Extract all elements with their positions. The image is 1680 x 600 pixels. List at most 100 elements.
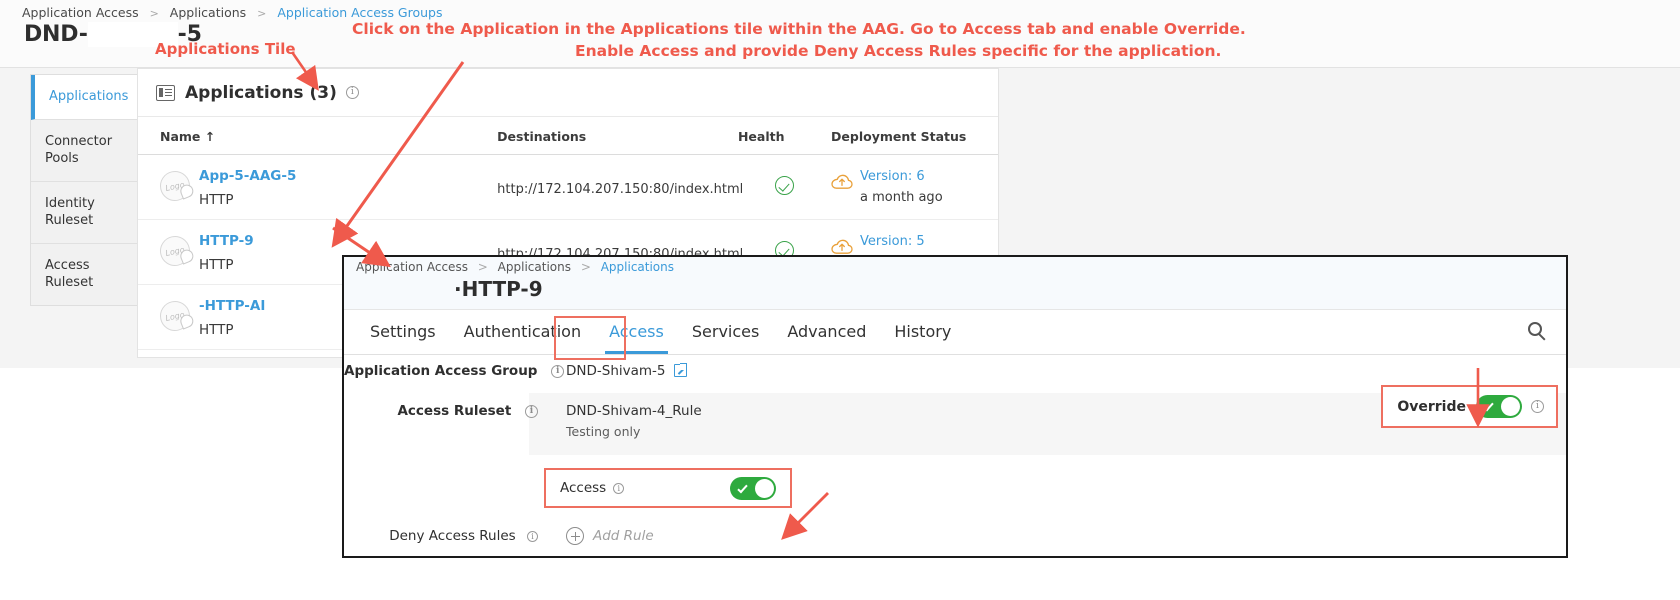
breadcrumb-separator: > [478, 260, 488, 274]
panel-breadcrumb-item-0[interactable]: Application Access [356, 260, 468, 274]
column-header-destinations[interactable]: Destinations [497, 117, 738, 155]
sidebar-item-identity-ruleset[interactable]: Identity Ruleset [31, 182, 141, 244]
access-control: Access i [544, 468, 792, 508]
info-icon[interactable]: i [346, 86, 359, 99]
app-logo-placeholder-icon: Logo [157, 233, 193, 269]
sort-ascending-icon: ↑ [205, 129, 215, 144]
panel-tabs: Settings Authentication Access Services … [344, 310, 1566, 355]
cloud-upload-icon [831, 238, 851, 254]
applications-tile-title: Applications (3) [185, 83, 337, 103]
cell-deployment-status: Version: 6 a month ago [831, 155, 998, 220]
search-icon [1528, 322, 1542, 336]
annotation-line-1: Click on the Application in the Applicat… [352, 20, 1246, 38]
info-icon[interactable]: i [525, 405, 538, 418]
cell-name: Logo App-5-AAG-5 HTTP [138, 155, 497, 220]
column-header-name[interactable]: Name ↑ [138, 117, 497, 155]
add-rule-button[interactable]: Add Rule [544, 527, 654, 545]
field-label: Application Access Group i [344, 363, 544, 379]
page-title-prefix: DND- [24, 22, 88, 47]
field-label-text: Access Ruleset [397, 403, 511, 419]
breadcrumb-item-0[interactable]: Application Access [22, 5, 139, 20]
access-label: Access [560, 480, 606, 496]
destination-url: http://172.104.207.150:80/index.html [497, 182, 743, 197]
tab-access[interactable]: Access [595, 310, 678, 353]
info-icon[interactable]: i [527, 531, 538, 542]
column-header-health[interactable]: Health [738, 117, 831, 155]
panel-breadcrumb-item-1[interactable]: Applications [498, 260, 571, 274]
field-label-text: Deny Access Rules [389, 528, 515, 544]
sidebar-item-connector-pools[interactable]: Connector Pools [31, 120, 141, 182]
override-control: Override i [1381, 385, 1558, 428]
external-link-icon[interactable] [674, 364, 687, 377]
info-icon[interactable]: i [1531, 400, 1544, 413]
screenshot-root: Application Access > Applications > Appl… [0, 0, 1680, 600]
breadcrumb-separator: > [257, 7, 266, 20]
application-link[interactable]: HTTP-9 [199, 233, 254, 249]
field-label: Access Ruleset i [344, 403, 544, 419]
panel-title: ·HTTP-9 [454, 277, 543, 301]
field-deny-access-rules: Deny Access Rules i Add Rule [344, 527, 654, 545]
annotation-line-2: Enable Access and provide Deny Access Ru… [575, 42, 1221, 60]
sidebar-item-label: Connector Pools [45, 134, 112, 167]
tab-settings[interactable]: Settings [356, 310, 450, 353]
breadcrumb-item-2[interactable]: Application Access Groups [277, 5, 442, 20]
override-label: Override [1397, 399, 1466, 415]
application-protocol: HTTP [199, 322, 265, 338]
toggle-knob [1501, 397, 1520, 416]
plus-circle-icon [566, 527, 584, 545]
deployment-timestamp: a month ago [860, 190, 943, 205]
column-header-label: Name [160, 129, 200, 144]
sidebar-item-applications[interactable]: Applications [31, 75, 141, 120]
search-button[interactable] [1528, 322, 1542, 336]
toggle-knob [755, 479, 774, 498]
override-toggle[interactable] [1476, 395, 1522, 418]
application-detail-panel: Application Access > Applications > Appl… [342, 255, 1568, 558]
application-link[interactable]: -HTTP-AI [199, 298, 265, 314]
toggle-check-icon [1483, 401, 1493, 412]
field-application-access-group: Application Access Group i DND-Shivam-5 [344, 363, 687, 379]
breadcrumb-item-1[interactable]: Applications [170, 5, 246, 20]
toggle-check-icon [737, 482, 747, 493]
info-icon[interactable]: i [613, 483, 624, 494]
table-header-row: Name ↑ Destinations Health Deployment St… [138, 117, 998, 155]
access-toggle[interactable] [730, 477, 776, 500]
breadcrumb-separator: > [581, 260, 591, 274]
tab-history[interactable]: History [880, 310, 965, 353]
app-logo-placeholder-icon: Logo [157, 298, 193, 334]
tab-services[interactable]: Services [678, 310, 773, 353]
application-protocol: HTTP [199, 257, 254, 273]
application-link[interactable]: App-5-AAG-5 [199, 168, 296, 184]
deployment-version-link[interactable]: Version: 6 [860, 169, 943, 184]
access-ruleset-description: Testing only [566, 424, 702, 439]
access-ruleset-value: DND-Shivam-4_Rule [566, 403, 702, 419]
sidebar-item-label: Access Ruleset [45, 258, 93, 291]
deny-access-rules-label: Deny Access Rules i [344, 528, 544, 544]
deployment-version-link[interactable]: Version: 5 [860, 234, 943, 249]
add-rule-label: Add Rule [593, 528, 654, 544]
breadcrumb: Application Access > Applications > Appl… [22, 5, 443, 20]
sidebar-item-label: Identity Ruleset [45, 196, 95, 229]
cloud-upload-icon [831, 173, 851, 189]
sidenav: Applications Connector Pools Identity Ru… [30, 74, 142, 306]
tab-advanced[interactable]: Advanced [773, 310, 880, 353]
panel-breadcrumb-item-2[interactable]: Applications [601, 260, 674, 274]
annotation-applications-tile: Applications Tile [155, 40, 296, 58]
applications-tile-header: Applications (3) i [138, 69, 998, 117]
app-logo-placeholder-icon: Logo [157, 168, 193, 204]
application-protocol: HTTP [199, 192, 296, 208]
column-header-deployment-status[interactable]: Deployment Status [831, 117, 998, 155]
list-card-icon [156, 85, 175, 101]
table-header: Name ↑ Destinations Health Deployment St… [138, 117, 998, 155]
cell-health [738, 155, 831, 220]
sidebar-item-access-ruleset[interactable]: Access Ruleset [31, 244, 141, 305]
tab-authentication[interactable]: Authentication [450, 310, 595, 353]
table-row[interactable]: Logo App-5-AAG-5 HTTP http://172.104.207… [138, 155, 998, 220]
field-value: DND-Shivam-5 [544, 363, 687, 379]
field-access-ruleset: Access Ruleset i DND-Shivam-4_Rule Testi… [344, 403, 702, 439]
sidebar-item-label: Applications [49, 89, 128, 104]
access-form: Application Access Group i DND-Shivam-5 … [344, 355, 1566, 556]
health-ok-icon [775, 176, 794, 195]
panel-breadcrumb: Application Access > Applications > Appl… [356, 260, 674, 274]
application-access-group-value: DND-Shivam-5 [566, 363, 666, 379]
breadcrumb-separator: > [150, 7, 159, 20]
